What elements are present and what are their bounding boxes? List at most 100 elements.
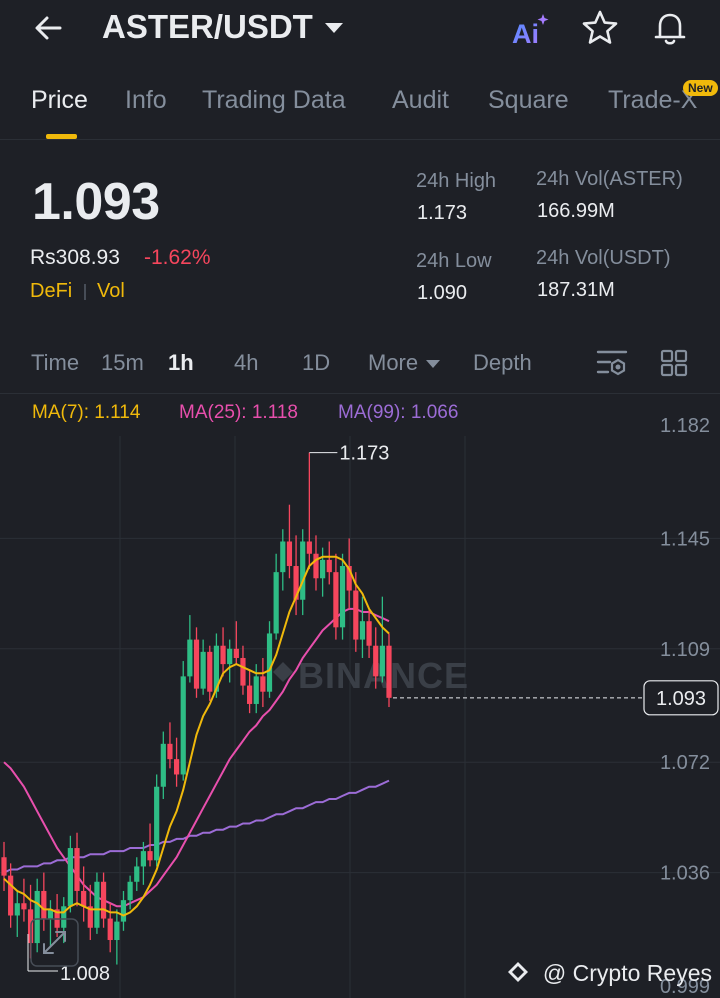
candle-body <box>200 651 206 689</box>
timeframe-more[interactable]: More <box>368 350 441 376</box>
caret-down-icon <box>426 360 441 369</box>
tag-defi[interactable]: DeFi <box>30 280 72 303</box>
stat-vol-base-value: 166.99M <box>537 200 615 222</box>
candle-body <box>266 633 273 692</box>
ma99-line <box>3 779 390 874</box>
tab-trading-data[interactable]: Trading Data <box>202 86 346 115</box>
candle-body <box>253 676 259 704</box>
candle-body <box>107 918 113 941</box>
candlestick-chart[interactable]: 1.1821.1451.1091.0721.0360.999BINANCE1.1… <box>0 394 720 998</box>
last-price-tag-label: 1.093 <box>656 688 706 710</box>
candle-body <box>313 553 319 579</box>
candle-body <box>273 572 279 634</box>
candle-body <box>207 651 213 692</box>
candle-body <box>193 639 200 689</box>
candle-body <box>140 851 146 867</box>
candle-body <box>173 759 180 775</box>
candle-body <box>1 857 7 876</box>
candle-body <box>320 559 326 579</box>
tag-separator <box>84 284 86 300</box>
candle-body <box>41 890 47 919</box>
tab-info[interactable]: Info <box>125 86 167 115</box>
candle-body <box>81 890 87 907</box>
fiat-price: Rs308.93 <box>30 246 120 269</box>
candle-body <box>8 875 14 916</box>
new-badge: New <box>683 80 718 96</box>
depth-tab[interactable]: Depth <box>473 350 532 376</box>
candle-body <box>333 572 339 628</box>
timeframe-15m[interactable]: 15m <box>101 350 144 376</box>
stat-high-value: 1.173 <box>417 202 468 224</box>
favorite-star-icon[interactable] <box>580 8 620 48</box>
candle-body <box>373 645 379 677</box>
y-tick-label: 1.109 <box>660 639 710 661</box>
candle-body <box>67 848 73 907</box>
candle-body <box>260 676 266 692</box>
stat-low-value: 1.090 <box>417 282 468 304</box>
candle-body <box>167 743 173 760</box>
candle-body <box>154 786 160 861</box>
candle-body <box>233 648 239 658</box>
y-tick-label: 1.145 <box>660 528 710 550</box>
candle-body <box>227 648 233 665</box>
stat-vol-quote-label: 24h Vol(USDT) <box>536 247 671 269</box>
candle-body <box>386 645 392 698</box>
candle-body <box>74 848 80 891</box>
indicator-settings-icon[interactable] <box>596 348 628 378</box>
active-tab-indicator <box>46 134 77 139</box>
last-price: 1.093 <box>32 173 160 231</box>
back-arrow-icon[interactable] <box>30 10 70 46</box>
y-tick-label: 1.182 <box>660 415 710 437</box>
timeframe-time[interactable]: Time <box>31 350 79 376</box>
tab-price[interactable]: Price <box>31 86 88 115</box>
candle-body <box>366 621 372 646</box>
timeframe-4h[interactable]: 4h <box>234 350 258 376</box>
tab-audit[interactable]: Audit <box>392 86 449 115</box>
candle-body <box>34 890 40 944</box>
price-change-percent: -1.62% <box>144 246 211 269</box>
notification-bell-icon[interactable] <box>650 8 690 48</box>
candle-body <box>114 921 120 941</box>
ai-icon[interactable]: Ai <box>510 10 552 50</box>
more-label: More <box>368 350 419 375</box>
candle-body <box>160 743 166 787</box>
square-logo-icon <box>508 962 528 982</box>
top-bar: ASTER/USDT Ai <box>0 0 720 60</box>
candle-body <box>147 851 153 861</box>
expand-icon <box>43 931 66 954</box>
stat-vol-base-label: 24h Vol(ASTER) <box>536 168 683 190</box>
candle-body <box>300 541 306 600</box>
candle-body <box>286 541 293 567</box>
tab-square[interactable]: Square <box>488 86 569 115</box>
candle-body <box>134 866 140 882</box>
stat-vol-quote-value: 187.31M <box>537 279 615 301</box>
candle-body <box>127 881 133 901</box>
section-tabs: Price Info Trading Data Audit Square Tra… <box>0 72 720 140</box>
tag-vol[interactable]: Vol <box>97 280 125 303</box>
candle-body <box>220 645 226 665</box>
candle-body <box>306 541 312 554</box>
stat-low-label: 24h Low <box>416 250 492 272</box>
pair-name: ASTER/USDT <box>102 8 313 45</box>
candle-body <box>94 881 100 928</box>
y-tick-label: 1.036 <box>660 863 710 885</box>
ma7-line <box>3 555 390 917</box>
candle-body <box>247 685 253 704</box>
candle-body <box>120 900 127 922</box>
stat-high-label: 24h High <box>416 170 497 192</box>
timeframe-1h[interactable]: 1h <box>168 350 194 376</box>
pair-selector[interactable]: ASTER/USDT <box>102 8 343 46</box>
candle-body <box>21 903 27 910</box>
candle-body <box>353 590 359 640</box>
high-marker-label: 1.173 <box>339 443 389 465</box>
candle-body <box>187 639 193 677</box>
y-tick-label: 1.072 <box>660 752 710 774</box>
candle-body <box>379 645 385 677</box>
candle-body <box>100 881 107 919</box>
candle-body <box>339 566 346 628</box>
timeframe-1d[interactable]: 1D <box>302 350 330 376</box>
caret-down-icon <box>324 23 343 33</box>
candle-body <box>240 657 246 686</box>
grid-layout-icon[interactable] <box>660 349 688 377</box>
candle-body <box>180 676 186 775</box>
